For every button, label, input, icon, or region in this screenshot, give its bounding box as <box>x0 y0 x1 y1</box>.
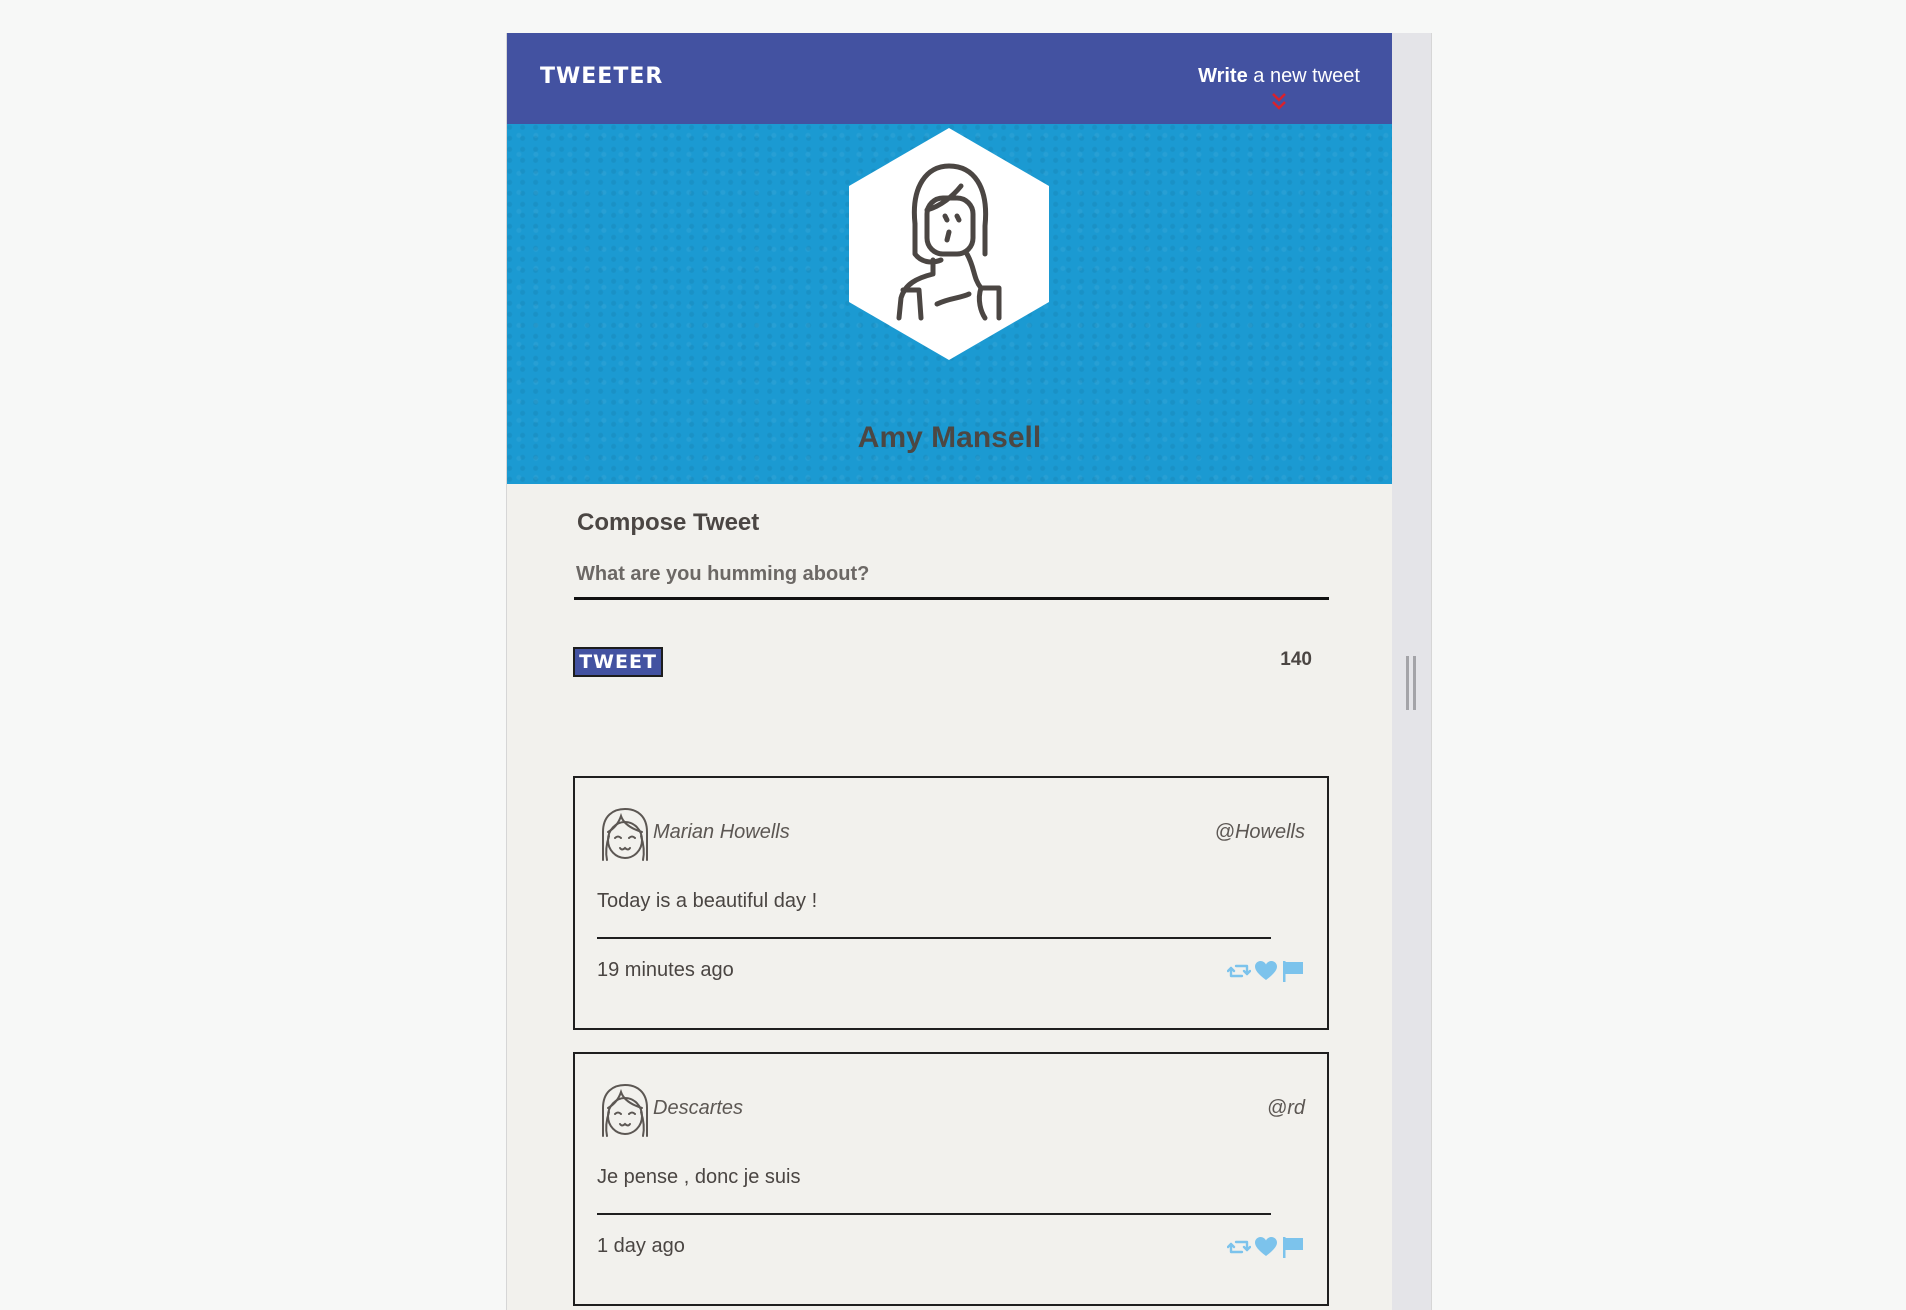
profile-name: Amy Mansell <box>857 421 1042 454</box>
tweet-card: Descartes @rd Je pense , donc je suis 1 … <box>573 1052 1329 1306</box>
tweet-author[interactable]: Descartes <box>653 1097 743 1120</box>
compose-title: Compose Tweet <box>577 509 760 536</box>
write-label: Write <box>1198 65 1248 87</box>
tweet-timestamp: 1 day ago <box>597 1235 685 1257</box>
tweet-card: Marian Howells @Howells Today is a beaut… <box>573 776 1329 1030</box>
tweet-divider <box>597 937 1271 939</box>
resize-handle[interactable] <box>1406 656 1416 710</box>
profile-header: Amy Mansell <box>507 124 1392 484</box>
browser-viewport: TWEETER Write a new tweet Amy Mansell Co… <box>506 33 1432 1310</box>
girl-avatar-icon <box>602 807 648 861</box>
app: TWEETER Write a new tweet Amy Mansell Co… <box>507 33 1392 1310</box>
tweet-button[interactable]: TWEET <box>573 647 663 677</box>
tweet-input[interactable] <box>574 552 1329 600</box>
tweet-timestamp: 19 minutes ago <box>597 959 734 981</box>
retweet-icon[interactable] <box>1227 960 1251 982</box>
heart-icon[interactable] <box>1254 1236 1278 1258</box>
char-counter: 140 <box>1280 649 1312 670</box>
flag-icon[interactable] <box>1281 1236 1305 1258</box>
tweet-text: Today is a beautiful day ! <box>597 890 818 912</box>
new-tweet-label: a new tweet <box>1247 65 1360 87</box>
flag-icon[interactable] <box>1281 960 1305 982</box>
tweet-handle[interactable]: @rd <box>1267 1097 1305 1120</box>
tweet-text: Je pense , donc je suis <box>597 1166 801 1188</box>
heart-icon[interactable] <box>1254 960 1278 982</box>
girl-avatar-icon <box>602 1083 648 1137</box>
write-tweet-toggle[interactable]: Write a new tweet <box>1198 65 1360 88</box>
brand-logo[interactable]: TWEETER <box>540 64 663 89</box>
retweet-icon[interactable] <box>1227 1236 1251 1258</box>
double-chevron-down-icon[interactable] <box>1270 90 1288 112</box>
tweet-divider <box>597 1213 1271 1215</box>
tweet-actions <box>1227 1236 1305 1258</box>
tweet-author[interactable]: Marian Howells <box>653 821 790 844</box>
woman-avatar-icon <box>849 128 1049 360</box>
tweet-actions <box>1227 960 1305 982</box>
top-nav: TWEETER Write a new tweet <box>507 33 1392 124</box>
tweet-handle[interactable]: @Howells <box>1215 821 1305 844</box>
